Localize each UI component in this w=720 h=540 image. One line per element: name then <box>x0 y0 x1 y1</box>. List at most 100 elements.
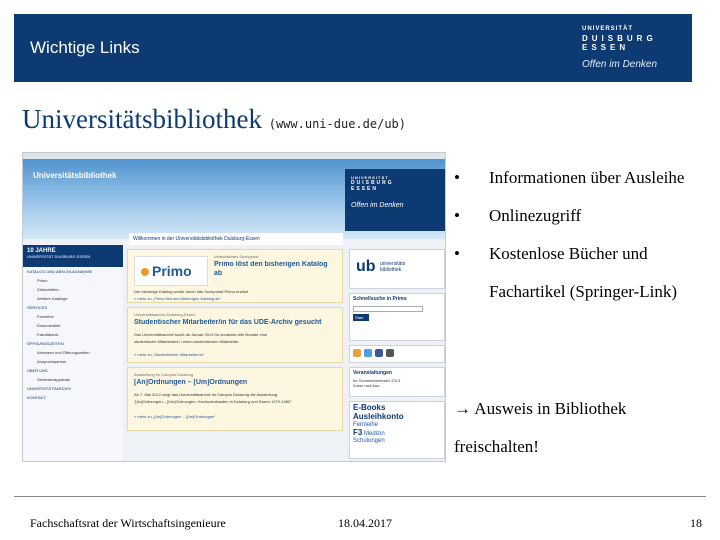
site-sidebar-item[interactable]: Primo <box>23 276 123 285</box>
card-heading: [An]Ordnungen – [Um]Ordnungen <box>134 379 248 386</box>
card-text: Der bisherige Katalog wurde durch das Su… <box>134 289 249 294</box>
site-logo-tagline: Offen im Denken <box>351 202 404 209</box>
card-text-2: studentische Mitarbeiterin / einen stude… <box>134 339 239 344</box>
events-box: Veranstaltungen Im Sommersemester 2013 K… <box>349 367 445 397</box>
site-main: Primo Vereinfachtes Suchportal Primo lös… <box>127 249 343 459</box>
site-sidebar-item[interactable]: ÖFFNUNGSZEITEN <box>23 339 123 348</box>
ub-logo: ub universitäts bibliothek <box>349 249 445 289</box>
site-sidebar-item[interactable]: Fernleihe <box>23 312 123 321</box>
footer-date: 18.04.2017 <box>338 516 392 530</box>
site-sidebar-item[interactable]: Zeitschriften <box>23 285 123 294</box>
quick-search-title: Schnellsuche in Primo <box>353 296 407 302</box>
card-tag: Vereinfachtes Suchportal <box>214 254 259 259</box>
twitter-icon[interactable] <box>364 349 372 357</box>
primo-logo: Primo <box>134 256 208 286</box>
facebook-icon[interactable] <box>375 349 383 357</box>
site-sidebar-items: KATALOG UND ABSCHLAGNAHME Primo Zeitschrif… <box>23 267 123 402</box>
site-logo-line-3: ESSEN <box>351 186 378 192</box>
site-sidebar-item[interactable]: Weitere Kataloge <box>23 294 123 303</box>
ub-logo-mark: ub <box>356 258 376 275</box>
site-sidebar-item[interactable]: Semesterapparate <box>23 375 123 384</box>
card-heading: Studentischer Mitarbeiter/in für das UDE… <box>134 319 322 326</box>
tag-word[interactable]: E-Books <box>353 403 385 412</box>
bullet-marker: • <box>454 206 460 225</box>
news-card-exhibition: Ausstellung im Campus Duisburg [An]Ordnu… <box>127 367 343 431</box>
site-sidebar-item[interactable]: KATALOG UND ABSCHLAGNAHME <box>23 267 123 276</box>
logo-line-2: DUISBURG <box>582 34 657 43</box>
bullet-text: Informationen über Ausleihe <box>489 168 685 187</box>
card-heading: Primo löst den bisherigen Katalog <box>214 261 328 268</box>
site-welcome: Willkommen in der Universitätsbibliothek… <box>129 233 343 245</box>
site-sidebar-item[interactable]: Dokumentlief. <box>23 321 123 330</box>
card-more-link[interactable]: » mehr zu „Studentischer Mitarbeiter/in" <box>134 352 204 357</box>
card-more-link[interactable]: » mehr zu „Primo löst den bisherigen Kat… <box>134 296 221 301</box>
card-more-link[interactable]: » mehr zu „[An]Ordnungen – [Um]Ordnungen… <box>134 414 216 419</box>
primo-dot-icon <box>141 268 149 277</box>
mobile-icon[interactable] <box>386 349 394 357</box>
footer-divider <box>14 496 706 497</box>
social-icons <box>350 346 444 360</box>
site-university-logo: UNIVERSITÄT DUISBURG ESSEN Offen im Denk… <box>345 169 445 231</box>
logo-line-3: ESSEN <box>582 43 630 52</box>
quick-search-start-button[interactable]: Start <box>353 314 369 321</box>
bullet-item: • Informationen über Ausleihe <box>454 168 720 206</box>
site-sidebar-badge: 10 JAHRE UNIVERSITÄT DUISBURG ESSEN <box>23 245 123 267</box>
quick-search-box: Schnellsuche in Primo Start <box>349 293 445 341</box>
site-sidebar-badge-sub: UNIVERSITÄT DUISBURG ESSEN <box>27 254 91 259</box>
card-tag: Ausstellung im Campus Duisburg <box>134 372 194 377</box>
bullet-text: Kostenlose Bücher und <box>489 244 648 263</box>
slide-title: Universitätsbibliothek (www.uni-due.de/u… <box>22 104 406 135</box>
header-bar: Wichtige Links UNIVERSITÄT DUISBURG ESSE… <box>14 14 692 82</box>
bullet-marker: • <box>454 244 460 263</box>
footer-organization: Fachschaftsrat der Wirtschaftsingenieure <box>30 516 226 530</box>
ub-logo-text: universitäts bibliothek <box>380 261 405 273</box>
site-title: Universitätsbibliothek <box>33 171 117 180</box>
site-sidebar-item[interactable]: ÜBER UNS <box>23 366 123 375</box>
site-sidebar-item[interactable]: Adressen und Öffnungszeiten <box>23 348 123 357</box>
logo-line-1: UNIVERSITÄT <box>582 26 634 32</box>
header-title: Wichtige Links <box>30 38 140 57</box>
footer-page-number: 18 <box>690 516 702 530</box>
site-sidebar: 10 JAHRE UNIVERSITÄT DUISBURG ESSEN KATA… <box>23 245 123 461</box>
card-text-2: "[An]Ordnungen – [Um]Ordnungen: Hochschu… <box>134 399 292 404</box>
university-logo: UNIVERSITÄT DUISBURG ESSEN Offen im Denk… <box>582 26 682 76</box>
tag-cloud-words: E-Books Ausleihkonto Fernleihe F3 Medizi… <box>350 402 444 447</box>
card-text: Ab 7. Mai 2012 zeigt das Universitätsarc… <box>134 392 278 397</box>
site-sidebar-item[interactable]: Ansprechpartner <box>23 357 123 366</box>
site-right-column: ub universitäts bibliothek Schnellsuche i… <box>349 249 445 461</box>
bullet-item: • Kostenlose Bücher und <box>454 244 720 282</box>
site-sidebar-item[interactable]: KONTAKT <box>23 393 123 402</box>
card-text: Das Universitätsarchiv sucht ab Januar 2… <box>134 332 268 337</box>
card-heading-2: ab <box>214 270 223 277</box>
tag-word[interactable]: F3 <box>353 428 362 437</box>
social-box <box>349 345 445 363</box>
news-card-primo: Primo Vereinfachtes Suchportal Primo lös… <box>127 249 343 303</box>
news-card-archive: Universitätsarchiv Duisburg-Essen Studen… <box>127 307 343 363</box>
bullet-item: • Onlinezugriff <box>454 206 720 244</box>
tag-cloud: E-Books Ausleihkonto Fernleihe F3 Medizi… <box>349 401 445 459</box>
events-line-2[interactable]: Kurse und Aus- <box>350 383 444 388</box>
bullet-text: Onlinezugriff <box>489 206 582 225</box>
bullet-list: • Informationen über Ausleihe • Onlinezu… <box>454 168 720 282</box>
rss-icon[interactable] <box>353 349 361 357</box>
library-website-screenshot: Universitätsbibliothek UNIVERSITÄT DUISB… <box>22 152 446 462</box>
id-card-note-line-2: freischalten! <box>454 437 539 456</box>
tag-word[interactable]: Medizin <box>364 431 385 437</box>
id-card-note: → Ausweis in Bibliothek freischalten! <box>454 390 694 466</box>
site-banner: Universitätsbibliothek UNIVERSITÄT DUISB… <box>23 159 445 239</box>
site-sidebar-item[interactable]: SERVICES <box>23 303 123 312</box>
ub-logo-text-2: bibliothek <box>380 267 402 273</box>
slide-title-url: (www.uni-due.de/ub) <box>268 117 406 131</box>
quick-search-input[interactable] <box>353 306 423 312</box>
tag-word[interactable]: Schulungen <box>353 438 385 444</box>
bullet-marker: • <box>454 168 460 187</box>
card-tag: Universitätsarchiv Duisburg-Essen <box>134 312 196 317</box>
site-sidebar-item[interactable]: UNIVERSITÄTSARCHIV <box>23 384 123 393</box>
tag-word[interactable]: Ausleihkonto <box>353 412 404 421</box>
events-title: Veranstaltungen <box>353 370 392 376</box>
primo-logo-text: Primo <box>152 263 192 279</box>
id-card-note-line-1: → Ausweis in Bibliothek <box>454 399 627 418</box>
logo-tagline: Offen im Denken <box>582 59 658 70</box>
site-sidebar-item[interactable]: Fakultätsrat. <box>23 330 123 339</box>
slide-title-text: Universitätsbibliothek <box>22 104 262 134</box>
